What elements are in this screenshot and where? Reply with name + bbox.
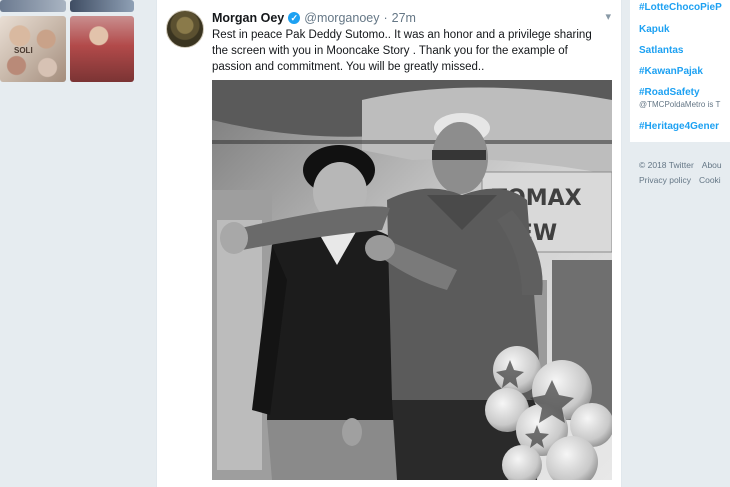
tweet-timestamp[interactable]: 27m: [392, 11, 416, 25]
footer-row: © 2018 Twitter Abou: [639, 160, 730, 170]
trend-context: @TMCPoldaMetro is T: [639, 100, 721, 109]
separator-dot: ·: [383, 11, 388, 25]
trends-card: #LotteChocoPieP Kapuk Satlantas #KawanPa…: [630, 0, 730, 142]
trend-link[interactable]: #LotteChocoPieP: [639, 2, 722, 13]
trend-link[interactable]: #RoadSafety: [639, 87, 700, 98]
about-link[interactable]: Abou: [702, 160, 722, 170]
photo-thumbnail[interactable]: [0, 0, 66, 12]
avatar[interactable]: [166, 10, 204, 48]
trend-link[interactable]: Kapuk: [639, 24, 670, 35]
twitter-page: SOLI Morgan Oey ✓ @morganoey · 27m ▾ Res…: [0, 0, 730, 487]
trends-sidebar: #LotteChocoPieP Kapuk Satlantas #KawanPa…: [630, 0, 730, 487]
copyright-text: © 2018 Twitter: [639, 160, 694, 170]
user-handle[interactable]: @morganoey: [304, 11, 379, 25]
verified-badge-icon: ✓: [288, 12, 301, 24]
cookies-link[interactable]: Cooki: [699, 175, 721, 185]
tweet-header: Morgan Oey ✓ @morganoey · 27m: [212, 10, 612, 26]
display-name[interactable]: Morgan Oey: [212, 11, 284, 25]
tweet-photo[interactable]: TOMAX SEW: [212, 80, 612, 480]
photo-thumbnail[interactable]: [70, 16, 134, 82]
trend-link[interactable]: #KawanPajak: [639, 66, 703, 77]
trend-link[interactable]: #Heritage4Gener: [639, 121, 719, 132]
media-thumbnails: SOLI: [0, 0, 145, 487]
tweet-text: Rest in peace Pak Deddy Sutomo.. It was …: [212, 29, 592, 73]
trend-link[interactable]: Satlantas: [639, 45, 683, 56]
chevron-down-icon[interactable]: ▾: [605, 10, 611, 23]
tweet-card[interactable]: Morgan Oey ✓ @morganoey · 27m ▾ Rest in …: [156, 0, 622, 487]
footer-row: Privacy policy Cooki: [639, 175, 729, 185]
photo-image: TOMAX SEW: [212, 80, 612, 480]
photo-thumbnail[interactable]: SOLI: [0, 16, 66, 82]
photo-thumbnail[interactable]: [70, 0, 134, 12]
privacy-policy-link[interactable]: Privacy policy: [639, 175, 691, 185]
thumbnail-text: SOLI: [14, 46, 33, 55]
